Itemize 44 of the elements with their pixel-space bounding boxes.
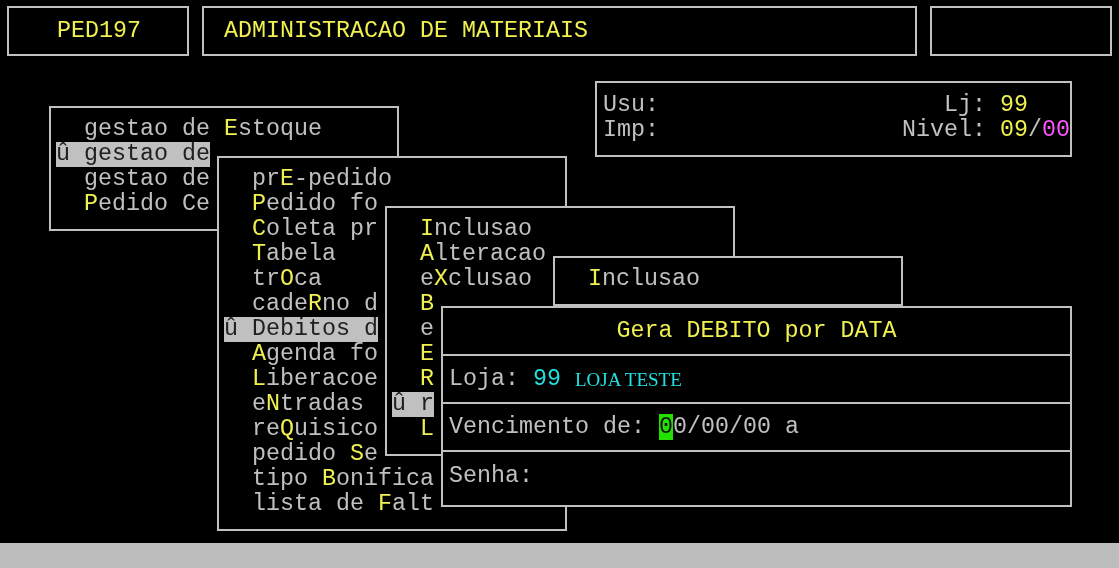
menu-item[interactable]: Inclusao	[588, 267, 700, 292]
menu-item[interactable]: Pedido Ce	[84, 192, 210, 217]
info-value: 09/00	[999, 118, 1070, 143]
date-field[interactable]: 00/00/00	[659, 414, 771, 440]
dialog-title: Gera DEBITO por DATA	[616, 318, 897, 344]
info-label: Usu:	[603, 93, 660, 118]
menu-item[interactable]: lista de Falt	[252, 492, 434, 517]
menu-item[interactable]: Inclusao	[420, 217, 532, 242]
menu-item[interactable]: Pedido fo	[252, 192, 378, 217]
menu-item[interactable]: trOca	[252, 267, 322, 292]
menu-item[interactable]: E	[420, 342, 434, 367]
range-word: a	[785, 414, 799, 440]
info-label: Imp:	[603, 118, 660, 143]
module-title: ADMINISTRACAO DE MATERIAIS	[224, 18, 588, 44]
menu-item[interactable]: eNtradas	[252, 392, 364, 417]
info-value: 99	[999, 93, 1029, 118]
menu-item[interactable]: e	[420, 317, 434, 342]
menu-item[interactable]: Coleta pr	[252, 217, 378, 242]
menu-item[interactable]: û gestao de	[56, 142, 210, 167]
menu-item[interactable]: gestao de Estoque	[84, 117, 322, 142]
menu-item[interactable]: R	[420, 367, 434, 392]
menu-item[interactable]: tipo Bonifica	[252, 467, 434, 492]
menu-item[interactable]: prE-pedido	[252, 167, 392, 192]
program-code: PED197	[57, 18, 141, 44]
field-label: Senha:	[449, 463, 533, 489]
menu-item[interactable]: B	[420, 292, 434, 317]
menu-item[interactable]: Alteracao	[420, 242, 546, 267]
menu-item[interactable]: pedido Se	[252, 442, 378, 467]
info-label: Nivel:	[902, 118, 986, 143]
store-name: LOJA TESTE	[575, 367, 682, 392]
menu-item[interactable]: reQuisico	[252, 417, 378, 442]
field-label: Loja:	[449, 366, 519, 392]
menu-item[interactable]: L	[420, 417, 434, 442]
menu-item[interactable]: gestao de	[84, 167, 210, 192]
menu-item[interactable]: Agenda fo	[252, 342, 378, 367]
menu-item[interactable]: Liberacoe	[252, 367, 378, 392]
menu-item[interactable]: û Debitos d	[224, 317, 378, 342]
field-label: Vencimento de:	[449, 414, 645, 440]
menu-item[interactable]: Tabela	[252, 242, 336, 267]
menu-item[interactable]: û r	[392, 392, 434, 417]
info-label: Lj:	[944, 93, 986, 118]
store-code: 99	[533, 366, 561, 392]
menu-item[interactable]: eXclusao	[420, 267, 532, 292]
menu-item[interactable]: cadeRno d	[252, 292, 378, 317]
